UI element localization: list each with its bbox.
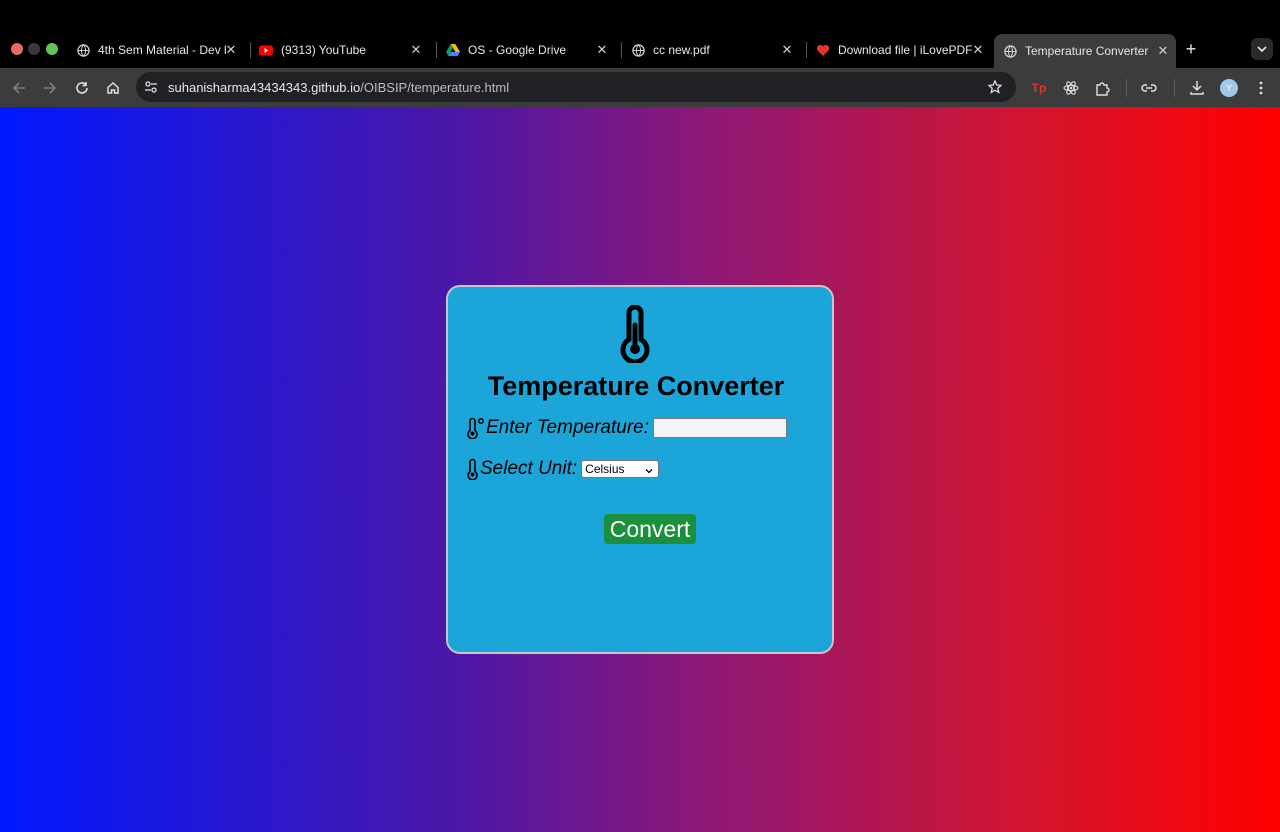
site-settings-icon[interactable]	[144, 80, 158, 94]
extension-tp-icon[interactable]: Tp	[1029, 78, 1049, 98]
page-background: Temperature Converter Enter Temperature:…	[0, 107, 1280, 832]
unit-select[interactable]: Celsius	[581, 460, 660, 478]
converter-card: Temperature Converter Enter Temperature:…	[446, 285, 834, 654]
close-tab-icon[interactable]: ✕	[224, 43, 238, 57]
unit-label: Select Unit:	[480, 458, 578, 479]
convert-button[interactable]: Convert	[604, 514, 696, 544]
close-tab-icon[interactable]: ✕	[595, 43, 609, 57]
browser-title-bar: 4th Sem Material - Dev b ✕ (9313) YouTub…	[0, 0, 1280, 68]
react-devtools-icon[interactable]	[1061, 78, 1081, 98]
back-arrow-icon[interactable]	[9, 78, 29, 98]
ilovepdf-icon	[816, 43, 830, 57]
temperature-input[interactable]	[653, 418, 787, 438]
address-bar[interactable]: suhanisharma43434343.github.io/OIBSIP/te…	[136, 72, 1016, 102]
chevron-down-icon	[644, 464, 654, 474]
forward-arrow-icon[interactable]	[40, 78, 60, 98]
thermometer-small-icon	[466, 417, 486, 439]
close-tab-icon[interactable]: ✕	[1156, 44, 1170, 58]
tab-dev-material[interactable]: 4th Sem Material - Dev b ✕	[66, 34, 244, 66]
toolbar-divider	[1126, 79, 1127, 97]
globe-icon	[1003, 44, 1017, 58]
temperature-row: Enter Temperature:	[466, 417, 787, 439]
unit-selected-value: Celsius	[585, 462, 625, 476]
toolbar-divider	[1174, 79, 1175, 97]
extensions-puzzle-icon[interactable]	[1093, 78, 1113, 98]
url-text: suhanisharma43434343.github.io/OIBSIP/te…	[168, 80, 509, 95]
browser-toolbar: suhanisharma43434343.github.io/OIBSIP/te…	[0, 68, 1280, 107]
extension-tp-label: Tp	[1031, 81, 1047, 95]
home-icon[interactable]	[103, 78, 123, 98]
bookmark-star-icon[interactable]	[987, 79, 1003, 94]
close-tab-icon[interactable]: ✕	[780, 43, 794, 57]
minimize-window-button[interactable]	[28, 43, 40, 55]
tab-title: (9313) YouTube	[281, 43, 366, 57]
url-path: /OIBSIP/temperature.html	[360, 80, 510, 95]
google-drive-icon	[446, 43, 460, 57]
tab-title: cc new.pdf	[653, 43, 710, 57]
tab-ilovepdf[interactable]: Download file | iLovePDF ✕	[807, 34, 991, 66]
profile-initial: Y	[1220, 79, 1238, 97]
tab-title: Temperature Converter	[1025, 44, 1149, 58]
tab-search-chevron-icon[interactable]	[1251, 38, 1273, 60]
unit-row: Select Unit: Celsius	[466, 458, 660, 480]
tab-youtube[interactable]: (9313) YouTube ✕	[251, 34, 429, 66]
tab-cc-pdf[interactable]: cc new.pdf ✕	[622, 34, 800, 66]
profile-avatar[interactable]: Y	[1219, 78, 1239, 98]
download-icon[interactable]	[1187, 78, 1207, 98]
globe-icon	[76, 43, 90, 57]
reload-icon[interactable]	[72, 78, 92, 98]
youtube-icon	[259, 43, 273, 57]
page-title: Temperature Converter	[487, 371, 785, 401]
more-menu-icon[interactable]	[1251, 78, 1271, 98]
tab-google-drive[interactable]: OS - Google Drive ✕	[437, 34, 615, 66]
maximize-window-button[interactable]	[46, 43, 58, 55]
temperature-label: Enter Temperature:	[486, 417, 649, 438]
tab-title: OS - Google Drive	[468, 43, 567, 57]
tab-temperature-converter[interactable]: Temperature Converter ✕	[994, 34, 1176, 68]
thermometer-small-icon	[466, 458, 480, 480]
close-tab-icon[interactable]: ✕	[409, 43, 423, 57]
tab-title: 4th Sem Material - Dev b	[98, 43, 226, 57]
tab-title: Download file | iLovePDF	[838, 43, 973, 57]
close-window-button[interactable]	[11, 43, 23, 55]
link-icon[interactable]	[1139, 78, 1159, 98]
new-tab-plus-icon[interactable]: +	[1182, 40, 1200, 58]
thermometer-icon	[618, 304, 652, 365]
url-host: suhanisharma43434343.github.io	[168, 80, 361, 95]
globe-icon	[631, 43, 645, 57]
close-tab-icon[interactable]: ✕	[971, 43, 985, 57]
